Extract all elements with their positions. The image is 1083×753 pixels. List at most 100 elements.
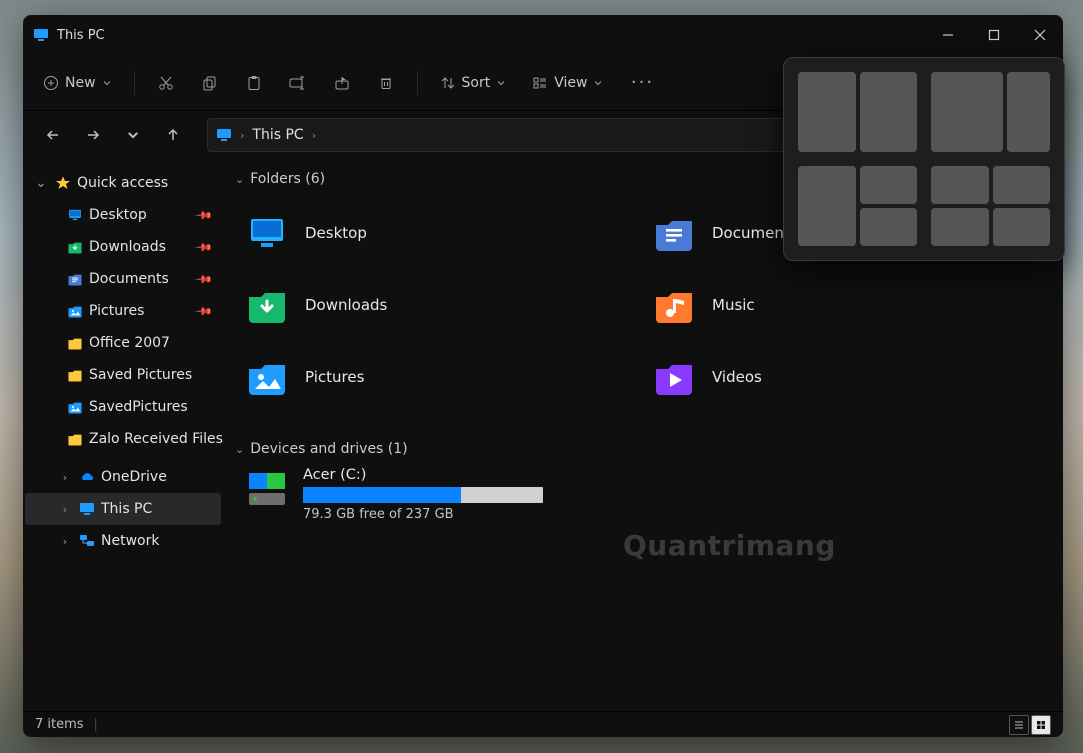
- music-icon: [652, 283, 696, 327]
- sidebar-item-label: Desktop: [89, 207, 147, 223]
- snap-layout-quad[interactable]: [931, 166, 1050, 246]
- sidebar-item-label: SavedPictures: [89, 399, 188, 415]
- pictures-icon: [67, 399, 83, 415]
- folder-label: Videos: [712, 368, 762, 386]
- sidebar-item-zalo-received-files[interactable]: Zalo Received Files: [25, 423, 221, 455]
- sidebar-item-label: Pictures: [89, 303, 144, 319]
- titlebar: This PC: [23, 15, 1063, 55]
- pin-icon: 📌: [195, 302, 214, 321]
- snap-layout-half[interactable]: [798, 72, 917, 152]
- sidebar-label: This PC: [101, 501, 152, 517]
- star-icon: [55, 175, 71, 191]
- sort-button[interactable]: Sort: [428, 65, 519, 101]
- folder-icon: [67, 335, 83, 351]
- sidebar-label: Quick access: [77, 175, 168, 191]
- drive-item[interactable]: Acer (C:) 79.3 GB free of 237 GB: [245, 467, 1059, 522]
- copy-icon: [201, 74, 219, 92]
- new-button[interactable]: New: [31, 65, 124, 101]
- window-title: This PC: [57, 28, 105, 43]
- folder-label: Pictures: [305, 368, 364, 386]
- cut-button[interactable]: [145, 65, 187, 101]
- folder-desktop[interactable]: Desktop: [245, 197, 652, 269]
- sidebar-network[interactable]: › Network: [25, 525, 221, 557]
- downloads-icon: [67, 239, 83, 255]
- up-button[interactable]: [155, 117, 191, 153]
- watermark: Quantrimang: [623, 529, 836, 562]
- share-button[interactable]: [321, 65, 363, 101]
- new-button-label: New: [65, 75, 96, 91]
- sidebar-quick-access[interactable]: ⌄ Quick access: [25, 167, 221, 199]
- list-icon: [1013, 719, 1025, 731]
- minimize-button[interactable]: [925, 15, 971, 55]
- maximize-button[interactable]: [971, 15, 1017, 55]
- details-view-button[interactable]: [1009, 715, 1029, 735]
- sidebar-item-pictures[interactable]: Pictures 📌: [25, 295, 221, 327]
- tiles-view-button[interactable]: [1031, 715, 1051, 735]
- folder-downloads[interactable]: Downloads: [245, 269, 652, 341]
- chevron-down-icon: [496, 78, 506, 88]
- sidebar-label: Network: [101, 533, 159, 549]
- breadcrumb-this-pc[interactable]: This PC: [252, 127, 303, 143]
- folder-icon: [67, 431, 83, 447]
- drive-name: Acer (C:): [303, 467, 543, 483]
- folder-icon: [67, 367, 83, 383]
- share-icon: [333, 74, 351, 92]
- paste-button[interactable]: [233, 65, 275, 101]
- more-button[interactable]: ···: [621, 65, 663, 101]
- copy-button[interactable]: [189, 65, 231, 101]
- chevron-down-icon: ⌄: [33, 175, 49, 191]
- arrow-left-icon: [44, 126, 62, 144]
- group-drives[interactable]: ⌄ Devices and drives (1): [235, 441, 1059, 457]
- snap-layouts-flyout: [783, 57, 1065, 261]
- separator: [134, 71, 135, 95]
- delete-button[interactable]: [365, 65, 407, 101]
- chevron-right-icon: ›: [57, 503, 73, 516]
- sidebar-item-savedpictures[interactable]: SavedPictures: [25, 391, 221, 423]
- chevron-right-icon: ›: [57, 535, 73, 548]
- recent-button[interactable]: [115, 117, 151, 153]
- sort-button-label: Sort: [462, 75, 491, 91]
- view-icon: [532, 75, 548, 91]
- sidebar: ⌄ Quick access Desktop📌Downloads📌Documen…: [23, 159, 223, 711]
- folder-label: Music: [712, 296, 755, 314]
- group-drives-label: Devices and drives (1): [250, 441, 407, 457]
- snap-layout-left-stack[interactable]: [798, 166, 917, 246]
- paste-icon: [245, 74, 263, 92]
- chevron-right-icon: ›: [312, 129, 316, 142]
- file-explorer-window: This PC New Sort View ···: [23, 15, 1063, 737]
- snap-layout-two-thirds[interactable]: [931, 72, 1050, 152]
- chevron-down-icon: [102, 78, 112, 88]
- folder-music[interactable]: Music: [652, 269, 1059, 341]
- grid-icon: [1035, 719, 1047, 731]
- forward-button[interactable]: [75, 117, 111, 153]
- pin-icon: 📌: [195, 238, 214, 257]
- close-button[interactable]: [1017, 15, 1063, 55]
- sidebar-item-label: Zalo Received Files: [89, 431, 223, 447]
- chevron-down-icon: [126, 128, 140, 142]
- view-button[interactable]: View: [520, 65, 615, 101]
- trash-icon: [377, 74, 395, 92]
- folder-pictures[interactable]: Pictures: [245, 341, 652, 413]
- sidebar-item-label: Saved Pictures: [89, 367, 192, 383]
- chevron-right-icon: ›: [57, 471, 73, 484]
- sidebar-item-desktop[interactable]: Desktop 📌: [25, 199, 221, 231]
- rename-icon: [288, 74, 308, 92]
- this-pc-icon: [33, 27, 49, 43]
- sidebar-onedrive[interactable]: › OneDrive: [25, 461, 221, 493]
- sidebar-item-saved-pictures[interactable]: Saved Pictures: [25, 359, 221, 391]
- back-button[interactable]: [35, 117, 71, 153]
- rename-button[interactable]: [277, 65, 319, 101]
- folder-label: Desktop: [305, 224, 367, 242]
- sidebar-item-downloads[interactable]: Downloads📌: [25, 231, 221, 263]
- this-pc-icon: [216, 127, 232, 143]
- sidebar-item-office-2007[interactable]: Office 2007: [25, 327, 221, 359]
- desktop-icon: [67, 207, 83, 223]
- scissors-icon: [157, 74, 175, 92]
- sidebar-item-documents[interactable]: Documents📌: [25, 263, 221, 295]
- view-button-label: View: [554, 75, 587, 91]
- chevron-down-icon: ⌄: [235, 443, 244, 456]
- folder-videos[interactable]: Videos: [652, 341, 1059, 413]
- sidebar-this-pc[interactable]: › This PC: [25, 493, 221, 525]
- pin-icon: 📌: [195, 206, 214, 225]
- statusbar: 7 items |: [23, 711, 1063, 737]
